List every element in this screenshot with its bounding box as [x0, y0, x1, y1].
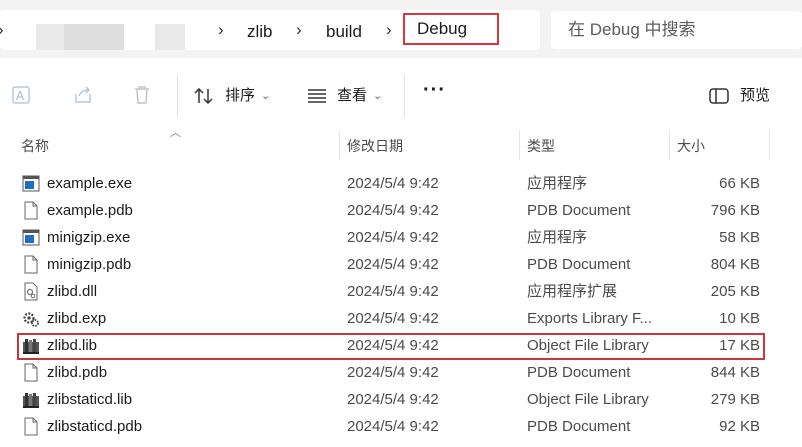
column-divider[interactable] [669, 130, 670, 160]
file-type: PDB Document [527, 202, 631, 219]
chevron-right-icon[interactable]: › [218, 20, 224, 40]
table-row[interactable]: zlibd.pdb 2024/5/4 9:42 PDB Document 844… [0, 359, 802, 386]
chevron-down-icon[interactable]: ⌄ [261, 86, 270, 106]
file-size: 66 KB [719, 175, 760, 192]
file-type: 应用程序扩展 [527, 283, 618, 300]
file-date: 2024/5/4 9:42 [347, 364, 439, 381]
file-date: 2024/5/4 9:42 [347, 310, 439, 327]
column-modified[interactable]: 修改日期 [347, 137, 403, 155]
table-row[interactable]: example.pdb 2024/5/4 9:42 PDB Document 7… [0, 197, 802, 224]
preview-button[interactable]: 预览 [740, 86, 770, 106]
file-date: 2024/5/4 9:42 [347, 283, 439, 300]
file-size: 17 KB [719, 337, 760, 354]
file-date: 2024/5/4 9:42 [347, 175, 439, 192]
file-name: zlibstaticd.lib [47, 391, 133, 408]
library-icon [22, 336, 40, 355]
document-icon [22, 255, 40, 274]
redacted-crumb [155, 24, 185, 50]
column-size[interactable]: 大小 [677, 137, 705, 155]
document-icon [22, 363, 40, 382]
file-size: 92 KB [719, 418, 760, 435]
toolbar-divider [404, 75, 405, 117]
file-date: 2024/5/4 9:42 [347, 418, 439, 435]
share-icon[interactable] [72, 84, 94, 106]
table-row[interactable]: minigzip.exe 2024/5/4 9:42 应用程序 58 KB [0, 224, 802, 251]
chevron-down-icon[interactable]: ⌄ [373, 86, 382, 106]
view-button[interactable]: 查看 [337, 86, 367, 106]
file-date: 2024/5/4 9:42 [347, 391, 439, 408]
rename-icon[interactable]: A [11, 84, 33, 106]
file-name: example.pdb [47, 202, 133, 219]
file-date: 2024/5/4 9:42 [347, 337, 439, 354]
breadcrumb-current-folder[interactable]: Debug [403, 13, 499, 45]
table-row[interactable]: zlibstaticd.lib 2024/5/4 9:42 Object Fil… [0, 386, 802, 413]
file-date: 2024/5/4 9:42 [347, 256, 439, 273]
file-name: zlibd.lib [47, 337, 98, 354]
view-icon[interactable] [306, 85, 328, 107]
table-row[interactable]: example.exe 2024/5/4 9:42 应用程序 66 KB [0, 170, 802, 197]
file-size: 10 KB [719, 310, 760, 327]
dll-icon [22, 282, 40, 301]
breadcrumb-item-zlib[interactable]: zlib [247, 21, 273, 43]
toolbar-divider [177, 75, 178, 117]
table-row[interactable]: minigzip.pdb 2024/5/4 9:42 PDB Document … [0, 251, 802, 278]
file-name: minigzip.exe [47, 229, 131, 246]
chevron-right-icon[interactable]: › [296, 20, 302, 40]
file-type: Object File Library [527, 391, 649, 408]
sort-icon[interactable] [193, 85, 215, 107]
table-row[interactable]: zlibd.exp 2024/5/4 9:42 Exports Library … [0, 305, 802, 332]
exe-icon [22, 228, 40, 247]
table-row[interactable]: zlibstaticd.pdb 2024/5/4 9:42 PDB Docume… [0, 413, 802, 440]
address-bar-row: › › zlib › build › Debug 在 Debug 中搜索 [0, 0, 802, 58]
redacted-crumb [64, 24, 124, 50]
exe-icon [22, 174, 40, 193]
file-size: 796 KB [710, 202, 760, 219]
file-size: 279 KB [710, 391, 760, 408]
file-date: 2024/5/4 9:42 [347, 229, 439, 246]
svg-text:A: A [16, 89, 25, 103]
preview-pane-icon[interactable] [708, 85, 730, 107]
sort-ascending-icon: ︿ [170, 127, 181, 139]
file-date: 2024/5/4 9:42 [347, 202, 439, 219]
library-icon [22, 390, 40, 409]
file-name: minigzip.pdb [47, 256, 132, 273]
file-list: example.exe 2024/5/4 9:42 应用程序 66 KB exa… [0, 170, 802, 440]
column-type[interactable]: 类型 [527, 137, 555, 155]
column-divider[interactable] [519, 130, 520, 160]
file-name: example.exe [47, 175, 133, 192]
sort-button[interactable]: 排序 [225, 86, 255, 106]
chevron-right-icon[interactable]: › [386, 20, 392, 40]
file-size: 58 KB [719, 229, 760, 246]
file-size: 844 KB [710, 364, 760, 381]
file-type: PDB Document [527, 364, 631, 381]
file-type: 应用程序 [527, 175, 588, 192]
column-name[interactable]: 名称 [21, 137, 49, 155]
document-icon [22, 201, 40, 220]
file-type: 应用程序 [527, 229, 588, 246]
document-icon [22, 417, 40, 436]
table-row[interactable]: zlibd.dll 2024/5/4 9:42 应用程序扩展 205 KB [0, 278, 802, 305]
file-type: Object File Library [527, 337, 649, 354]
file-type: Exports Library F... [527, 310, 653, 327]
column-divider[interactable] [769, 130, 770, 160]
breadcrumb-item-build[interactable]: build [326, 21, 362, 43]
file-size: 804 KB [710, 256, 760, 273]
table-row-highlighted[interactable]: zlibd.lib 2024/5/4 9:42 Object File Libr… [0, 332, 802, 360]
file-name: zlibd.pdb [47, 364, 108, 381]
redacted-crumb [36, 24, 64, 50]
file-type: PDB Document [527, 256, 631, 273]
search-input[interactable]: 在 Debug 中搜索 [551, 11, 802, 49]
gear-file-icon [22, 309, 40, 328]
more-options-button[interactable]: ··· [423, 80, 446, 100]
file-name: zlibstaticd.pdb [47, 418, 143, 435]
chevron-right-icon[interactable]: › [0, 20, 4, 40]
delete-icon[interactable] [131, 84, 153, 106]
file-size: 205 KB [710, 283, 760, 300]
file-name: zlibd.dll [47, 283, 98, 300]
command-bar: A 排序 ⌄ 查看 ⌄ ··· 预览 [0, 58, 802, 134]
column-divider[interactable] [339, 130, 340, 160]
file-type: PDB Document [527, 418, 631, 435]
column-header: ︿ 名称 修改日期 类型 大小 [0, 127, 802, 162]
file-name: zlibd.exp [47, 310, 107, 327]
